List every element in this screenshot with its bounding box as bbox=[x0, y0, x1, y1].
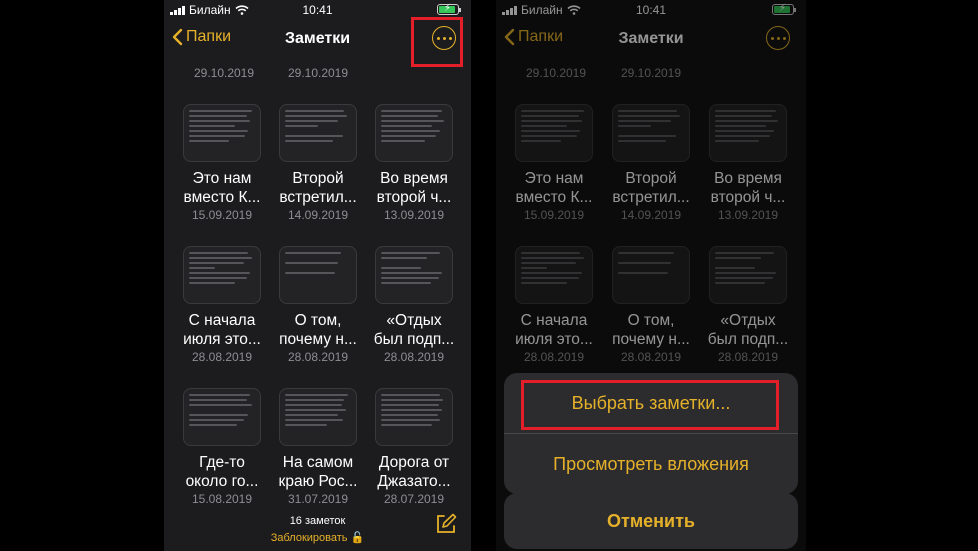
lock-button[interactable]: Заблокировать 🔓 bbox=[164, 531, 471, 544]
note-date: 29.10.2019 bbox=[193, 66, 255, 80]
note-date: 31.07.2019 bbox=[287, 492, 349, 506]
note-title: краю Рос... bbox=[278, 473, 358, 490]
note-card[interactable]: Где-то около го... 15.08.2019 bbox=[177, 388, 267, 506]
note-thumbnail bbox=[183, 246, 261, 304]
note-title: О том, bbox=[294, 312, 342, 329]
note-title: Где-то bbox=[199, 454, 245, 471]
lock-label: Заблокировать bbox=[270, 532, 348, 544]
note-title: почему н... bbox=[279, 331, 357, 348]
note-card[interactable]: На самом краю Рос... 31.07.2019 bbox=[273, 388, 363, 506]
note-title: второй ч... bbox=[376, 189, 452, 206]
note-thumbnail bbox=[375, 388, 453, 446]
note-title: Джазато... bbox=[377, 473, 451, 490]
note-thumbnail bbox=[279, 104, 357, 162]
note-date: 15.09.2019 bbox=[191, 208, 253, 222]
note-title: Второй bbox=[292, 170, 344, 187]
notes-count: 16 заметок bbox=[289, 515, 346, 527]
clock: 10:41 bbox=[302, 3, 333, 17]
note-date: 28.08.2019 bbox=[287, 350, 349, 364]
battery-icon: ⚡ bbox=[437, 3, 461, 15]
note-date: 28.07.2019 bbox=[383, 492, 445, 506]
note-date: 15.08.2019 bbox=[191, 492, 253, 506]
highlight-box-more bbox=[411, 17, 463, 67]
note-card[interactable]: «Отдых был подп... 28.08.2019 bbox=[369, 246, 459, 364]
note-thumbnail bbox=[279, 388, 357, 446]
note-title: С начала bbox=[188, 312, 256, 329]
note-title: На самом bbox=[282, 454, 354, 471]
compose-icon[interactable] bbox=[435, 513, 457, 535]
note-title: вместо К... bbox=[183, 189, 261, 206]
note-card[interactable]: О том, почему н... 28.08.2019 bbox=[273, 246, 363, 364]
view-attachments-button[interactable]: Просмотреть вложения bbox=[504, 434, 798, 494]
note-card[interactable]: Во время второй ч... 13.09.2019 bbox=[369, 104, 459, 222]
note-date: 29.10.2019 bbox=[287, 66, 349, 80]
note-thumbnail bbox=[375, 104, 453, 162]
note-title: июля это... bbox=[183, 331, 261, 348]
highlight-box-select bbox=[521, 380, 779, 430]
bottom-toolbar: 16 заметок Заблокировать 🔓 bbox=[164, 507, 471, 551]
note-date: 14.09.2019 bbox=[287, 208, 349, 222]
note-thumbnail bbox=[183, 388, 261, 446]
note-title: «Отдых bbox=[386, 312, 442, 329]
note-date: 28.08.2019 bbox=[383, 350, 445, 364]
notes-screen-left: Билайн 10:41 ⚡ Папки Заметки 29.10.2019 … bbox=[164, 0, 471, 551]
note-title: был подп... bbox=[373, 331, 455, 348]
note-card[interactable]: Дорога от Джазато... 28.07.2019 bbox=[369, 388, 459, 506]
note-title: около го... bbox=[185, 473, 259, 490]
note-thumbnail bbox=[183, 104, 261, 162]
note-thumbnail bbox=[375, 246, 453, 304]
note-title: встретил... bbox=[279, 189, 357, 206]
note-thumbnail bbox=[279, 246, 357, 304]
note-card[interactable]: С начала июля это... 28.08.2019 bbox=[177, 246, 267, 364]
note-date: 13.09.2019 bbox=[383, 208, 445, 222]
note-card[interactable]: Это нам вместо К... 15.09.2019 bbox=[177, 104, 267, 222]
note-title: Во время bbox=[380, 170, 448, 187]
note-title: Дорога от bbox=[378, 454, 450, 471]
notes-screen-right: Билайн 10:41 ⚡ Папки Заметки 29.10.2019 … bbox=[496, 0, 806, 551]
cancel-button[interactable]: Отменить bbox=[504, 493, 798, 549]
lock-icon: 🔓 bbox=[350, 532, 365, 544]
note-title: Это нам bbox=[192, 170, 252, 187]
note-date: 28.08.2019 bbox=[191, 350, 253, 364]
note-card[interactable]: Второй встретил... 14.09.2019 bbox=[273, 104, 363, 222]
